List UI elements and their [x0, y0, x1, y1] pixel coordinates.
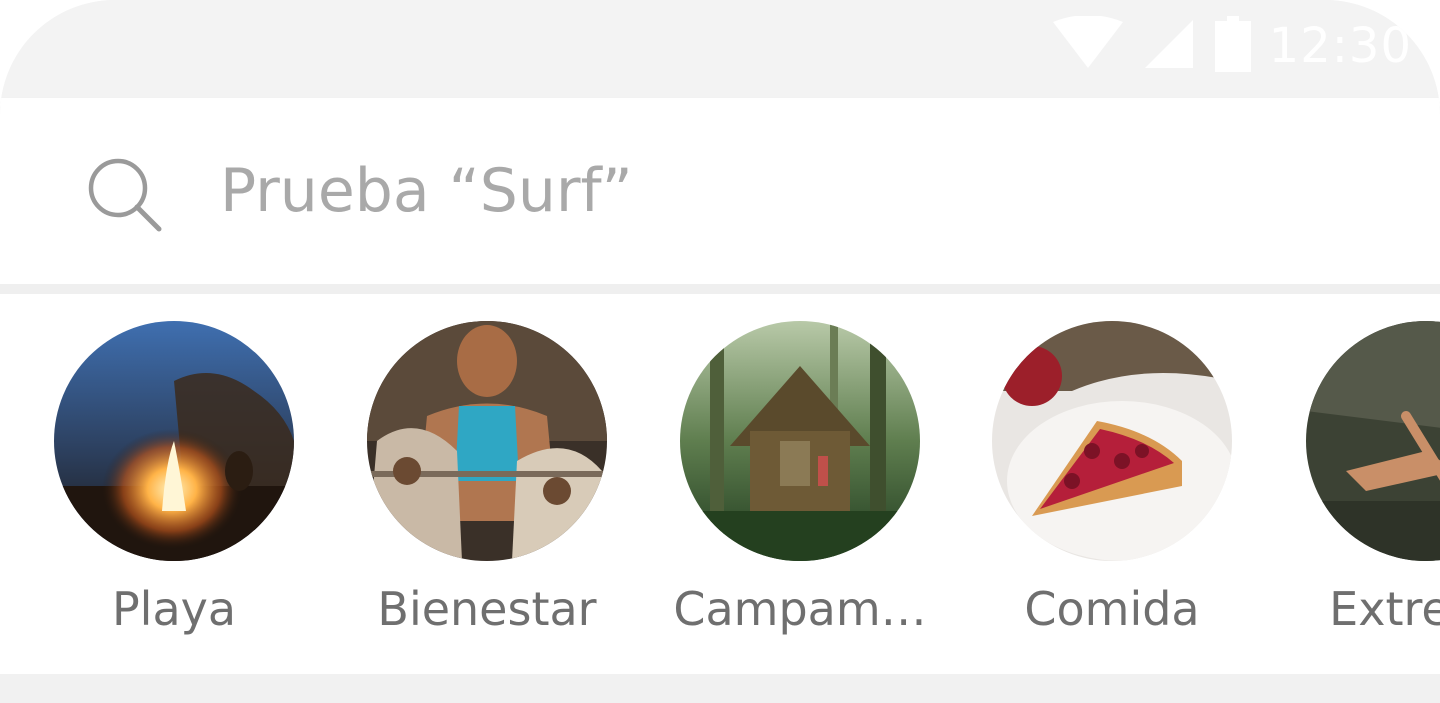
campfire-night-photo — [54, 321, 294, 561]
category-label: Playa — [111, 582, 237, 636]
cellular-signal-icon — [1141, 16, 1197, 76]
category-item-comida[interactable]: Comida — [962, 321, 1262, 641]
cherry-pie-slice-photo — [992, 321, 1232, 561]
climber-photo — [1306, 321, 1440, 561]
bottom-divider — [0, 674, 1440, 703]
treehouse-forest-photo — [680, 321, 920, 561]
category-label: Comida — [1024, 582, 1200, 636]
category-label: Extreme — [1329, 582, 1440, 636]
category-label: Bienestar — [377, 582, 597, 636]
search-icon[interactable] — [85, 155, 165, 235]
category-carousel[interactable]: Playa Bienestar Campam… Comida Extre — [0, 294, 1440, 674]
category-item-playa[interactable]: Playa — [24, 321, 324, 641]
phone-screen: 12:30 Prueba “Surf” Playa Bienestar Camp… — [0, 0, 1440, 703]
category-item-campamento[interactable]: Campam… — [650, 321, 950, 641]
status-icons: 12:30 — [1052, 15, 1412, 76]
category-item-extreme[interactable]: Extreme — [1276, 321, 1440, 641]
category-item-bienestar[interactable]: Bienestar — [337, 321, 637, 641]
category-label: Campam… — [673, 582, 927, 636]
wifi-icon — [1052, 15, 1123, 76]
man-with-huskies-photo — [367, 321, 607, 561]
search-bar[interactable] — [0, 98, 1440, 284]
battery-icon — [1214, 16, 1251, 76]
search-input[interactable] — [220, 146, 1380, 236]
status-time: 12:30 — [1268, 18, 1412, 74]
status-bar: 12:30 — [0, 0, 1440, 98]
section-divider — [0, 284, 1440, 294]
